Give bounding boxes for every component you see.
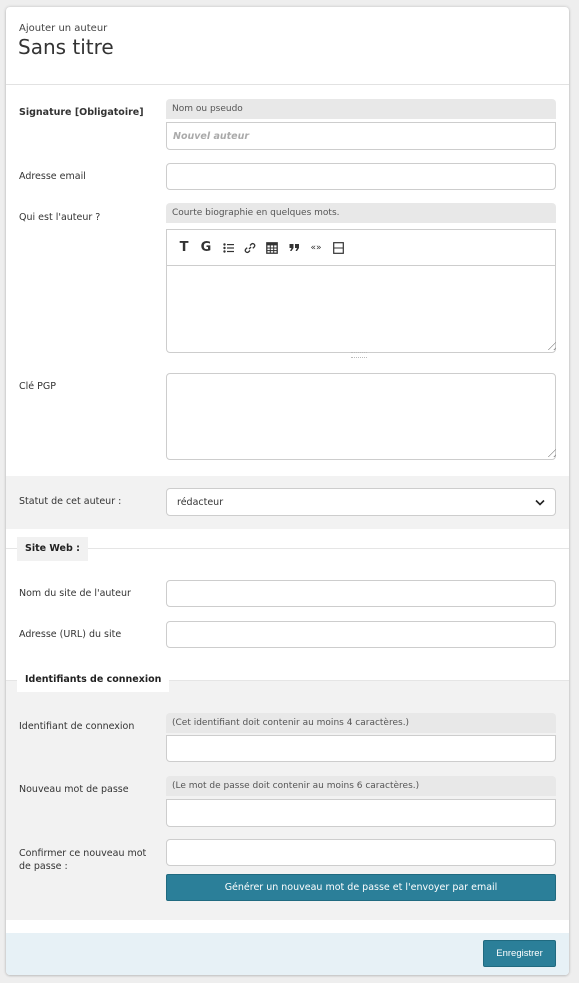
page-title: Sans titre: [18, 35, 114, 59]
login-id-label: Identifiant de connexion: [19, 721, 135, 732]
new-password-explanation: (Le mot de passe doit contenir au moins …: [166, 776, 556, 796]
form-header: Ajouter un auteur Sans titre: [6, 7, 569, 85]
bio-resize-handle[interactable]: [544, 338, 556, 350]
website-legend: Site Web :: [17, 537, 88, 561]
status-label: Statut de cet auteur :: [19, 496, 122, 507]
pgp-label: Clé PGP: [19, 381, 56, 392]
list-icon[interactable]: [217, 237, 239, 259]
status-selected-value: rédacteur: [177, 496, 224, 508]
table-icon[interactable]: [261, 237, 283, 259]
editor-drag-handle[interactable]: [351, 352, 367, 358]
pgp-textarea[interactable]: [166, 373, 556, 460]
bio-textarea[interactable]: [166, 265, 556, 353]
new-password-input[interactable]: [166, 799, 556, 827]
confirm-password-label: Confirmer ce nouveau mot de passe :: [19, 848, 147, 872]
site-name-label: Nom du site de l'auteur: [19, 588, 131, 599]
link-icon[interactable]: [239, 237, 261, 259]
generate-password-button[interactable]: Générer un nouveau mot de passe et l'env…: [166, 874, 556, 901]
guillemets-icon[interactable]: «»: [305, 237, 327, 259]
preview-icon[interactable]: [327, 237, 349, 259]
editor-toolbar: T G «»: [166, 229, 556, 265]
signature-input[interactable]: Nouvel auteur: [166, 122, 556, 150]
website-divider: [6, 548, 569, 549]
email-label: Adresse email: [19, 171, 86, 182]
form-footer: Enregistrer: [6, 933, 569, 975]
confirm-password-input[interactable]: [166, 839, 556, 866]
quote-icon[interactable]: [283, 237, 305, 259]
pgp-resize-handle[interactable]: [544, 445, 556, 457]
signature-label: Signature [Obligatoire]: [19, 107, 144, 118]
heading-icon[interactable]: G: [195, 237, 217, 259]
form-subtitle: Ajouter un auteur: [19, 23, 108, 34]
status-select[interactable]: rédacteur: [166, 488, 556, 516]
author-form-box: Ajouter un auteur Sans titre Signature […: [6, 7, 569, 975]
site-url-label: Adresse (URL) du site: [19, 629, 122, 640]
save-button[interactable]: Enregistrer: [483, 940, 556, 967]
signature-explanation: Nom ou pseudo: [166, 99, 556, 119]
chevron-down-icon: [535, 499, 545, 506]
bio-explanation: Courte biographie en quelques mots.: [166, 203, 556, 223]
new-password-label: Nouveau mot de passe: [19, 784, 129, 795]
email-input[interactable]: [166, 163, 556, 190]
site-url-input[interactable]: [166, 621, 556, 648]
login-id-explanation: (Cet identifiant doit contenir au moins …: [166, 713, 556, 733]
login-legend: Identifiants de connexion: [17, 668, 170, 692]
signature-placeholder: Nouvel auteur: [173, 130, 250, 142]
login-id-input[interactable]: [166, 735, 556, 762]
bio-label: Qui est l'auteur ?: [19, 212, 101, 223]
site-name-input[interactable]: [166, 580, 556, 607]
bold-icon[interactable]: T: [173, 237, 195, 259]
